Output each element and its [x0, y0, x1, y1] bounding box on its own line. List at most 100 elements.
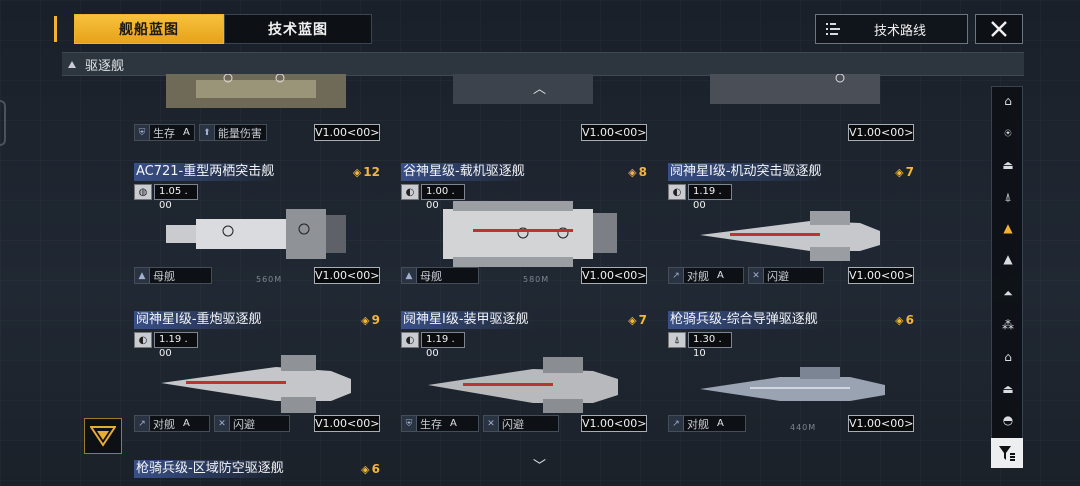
ship-image [428, 357, 618, 413]
ship-card-lancer-aa[interactable]: 枪骑兵级-区域防空驱逐舰 6 [134, 460, 380, 480]
shield-icon: ⛨ [402, 416, 417, 431]
close-button[interactable] [975, 14, 1023, 44]
card-count: 7 [895, 163, 914, 182]
card-count: 12 [353, 163, 380, 182]
evasion-icon: ✕ [484, 416, 499, 431]
filter-button[interactable] [991, 438, 1023, 468]
class-fighter-icon[interactable]: ⁂ [998, 315, 1018, 335]
faction-emblem-button[interactable] [84, 418, 122, 454]
class-aux-icon[interactable]: ⏶ [998, 283, 1018, 303]
tag-evasion: ✕ 闪避 [214, 415, 290, 432]
arrow-up-icon: ⬆ [199, 125, 215, 140]
tag-energy-damage: ⬆ 能量伤害 [198, 124, 267, 141]
filter-icon [999, 446, 1015, 461]
ship-image [166, 74, 346, 108]
category-header[interactable]: 驱逐舰 [62, 52, 1024, 76]
close-icon [991, 21, 1007, 37]
ship-image [443, 201, 617, 267]
card-count: 8 [628, 163, 647, 182]
class-destroyer-icon[interactable]: ▲ [998, 218, 1018, 238]
version-label: V1.00<00> [581, 124, 647, 141]
tag-carrier: ▲ 母舰 [134, 267, 212, 284]
card-tags: ↗ 对舰 A [668, 415, 746, 432]
ship-image [710, 74, 880, 104]
card-count: 7 [628, 311, 647, 330]
version-label: V1.00<00> [314, 415, 380, 432]
left-edge-handle[interactable] [0, 100, 6, 146]
card-title: 阋神星Ⅰ级-重炮驱逐舰 [134, 311, 266, 329]
ship-card-eris-assault[interactable]: 阋神星Ⅰ级-机动突击驱逐舰 7 ◐1.19 . 00 ↗对舰A ✕闪避 V1.0… [668, 163, 914, 289]
tag-anti-ship: ↗ 对舰 A [134, 415, 210, 432]
card-title: AC721-重型两栖突击舰 [134, 163, 279, 181]
ship-class-filter-rail: ⌂ ⍟ ⏏ ⍋ ▲ ▲ ⏶ ⁂ ⌂ ⏏ ◓ [991, 86, 1023, 466]
card-tags: ▲ 母舰 [401, 267, 479, 284]
card-tags: ⛨ 生存 A ⬆ 能量伤害 [134, 124, 267, 141]
ship-image [166, 209, 346, 259]
tag-carrier: ▲ 母舰 [401, 267, 479, 284]
card-count: 9 [361, 311, 380, 330]
tag-evasion: ✕ 闪避 [748, 267, 824, 284]
evasion-icon: ✕ [215, 416, 230, 431]
card-title: 枪骑兵级-区域防空驱逐舰 [134, 460, 288, 478]
class-drone-icon[interactable]: ◓ [998, 410, 1018, 430]
ship-image [700, 367, 885, 401]
tag-evasion: ✕ 闪避 [483, 415, 559, 432]
class-carrier-icon[interactable]: ⌂ [998, 91, 1018, 111]
card-title: 阋神星Ⅰ级-装甲驱逐舰 [401, 311, 533, 329]
card-cost: ◐ 1.19 . 00 [401, 332, 465, 359]
version-label: V1.00<00> [581, 415, 647, 432]
card-cost: ◐ 1.19 . 00 [134, 332, 198, 359]
ship-card-ac721[interactable]: AC721-重型两栖突击舰 12 ◍1.05 . 00 560M ▲母舰 V1.… [134, 163, 380, 289]
ship-image [453, 74, 593, 104]
card-cost: ⍋ 1.30 . 10 [668, 332, 732, 359]
class-bomber-icon[interactable]: ⏏ [998, 379, 1018, 399]
class-frigate-icon[interactable]: ⍋ [998, 187, 1018, 207]
rocket-icon: ⍋ [668, 332, 686, 348]
ship-card-eris-armored[interactable]: 阋神星Ⅰ级-装甲驱逐舰 7 ◐1.19 . 00 ⛨生存A ✕闪避 V1.00<… [401, 311, 647, 437]
class-corvette-icon[interactable]: ▲ [998, 249, 1018, 269]
class-gunship-icon[interactable]: ⌂ [998, 347, 1018, 367]
ship-card-eris-artillery[interactable]: 阋神星Ⅰ级-重炮驱逐舰 9 ◐1.19 . 00 ↗对舰A ✕闪避 V1.00<… [134, 311, 380, 437]
tab-tech-blueprints[interactable]: 技术蓝图 [224, 14, 372, 44]
ship-image [700, 211, 880, 261]
scroll-up-icon[interactable]: ︿ [533, 78, 546, 97]
list-tree-icon [826, 23, 840, 35]
card-cost: ◐ 1.19 . 00 [668, 184, 732, 211]
disc-icon: ◐ [134, 332, 152, 348]
shield-icon: ⛨ [135, 125, 150, 140]
tag-survival: ⛨ 生存 A [134, 124, 195, 141]
disc-icon: ◐ [401, 332, 419, 348]
tab-marker [54, 16, 57, 42]
emblem-icon [90, 426, 116, 447]
tech-route-button[interactable]: 技术路线 [815, 14, 968, 44]
card-count: 6 [895, 311, 914, 330]
scale-label: 560M [256, 275, 283, 284]
card-title: 阋神星Ⅰ级-机动突击驱逐舰 [668, 163, 826, 181]
card-tags: ⛨ 生存 A ✕ 闪避 [401, 415, 559, 432]
card-cost: ◐ 1.00 . 00 [401, 184, 465, 211]
crosshair-icon: ↗ [669, 416, 684, 431]
class-cruiser-icon[interactable]: ⏏ [998, 155, 1018, 175]
card-tags: ↗ 对舰 A ✕ 闪避 [668, 267, 824, 284]
tag-anti-ship: ↗ 对舰 A [668, 267, 744, 284]
version-label: V1.00<00> [314, 124, 380, 141]
ship-card-lancer-missile[interactable]: 枪骑兵级-综合导弹驱逐舰 6 ⍋1.30 . 10 440M ↗对舰A V1.0… [668, 311, 914, 437]
crosshair-icon: ↗ [135, 416, 150, 431]
card-tags: ▲ 母舰 [134, 267, 212, 284]
evasion-icon: ✕ [749, 268, 764, 283]
version-label: V1.00<00> [848, 124, 914, 141]
scale-label: 580M [523, 275, 550, 284]
class-battlecruiser-icon[interactable]: ⍟ [998, 123, 1018, 143]
ship-card-ceres-carrier[interactable]: 谷神星级-载机驱逐舰 8 ◐1.00 . 00 580M ▲母舰 V1.00<0… [401, 163, 647, 289]
card-title: 枪骑兵级-综合导弹驱逐舰 [668, 311, 822, 329]
crosshair-icon: ↗ [669, 268, 684, 283]
card-count: 6 [361, 460, 380, 479]
scale-label: 440M [790, 423, 817, 432]
tech-route-label: 技术路线 [874, 23, 927, 39]
category-label: 驱逐舰 [85, 58, 125, 74]
card-cost: ◍ 1.05 . 00 [134, 184, 198, 211]
globe-icon: ◍ [134, 184, 152, 200]
tab-ship-blueprints[interactable]: 舰船蓝图 [74, 14, 224, 44]
scroll-down-icon[interactable]: ﹀ [533, 455, 546, 474]
version-label: V1.00<00> [314, 267, 380, 284]
